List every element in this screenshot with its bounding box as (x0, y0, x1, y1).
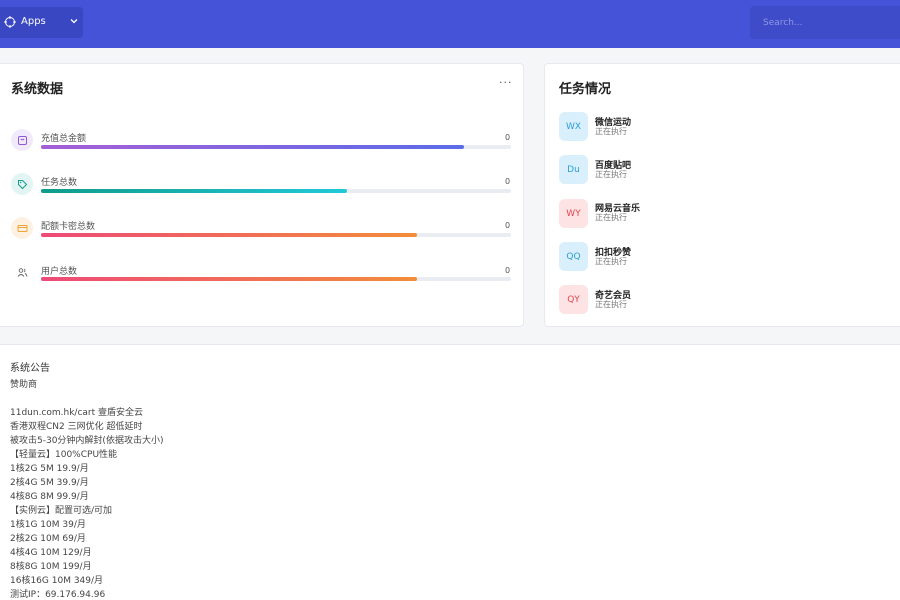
notice-line: 11dun.com.hk/cart 壹盾安全云 (10, 408, 144, 418)
bag-icon (11, 129, 33, 151)
task-avatar-qq: QQ (559, 242, 588, 271)
task-status-baidu-tieba: 正在执行 (595, 170, 627, 179)
notice-line: 1核2G 5M 19.9/月 (10, 464, 89, 474)
more-options-icon[interactable]: ··· (499, 76, 513, 89)
notice-line: 2核4G 5M 39.9/月 (10, 478, 89, 488)
chevron-down-icon (70, 19, 78, 24)
stat-label-recharge: 充值总金额 (41, 134, 87, 144)
apps-label: Apps (21, 16, 46, 27)
notice-line: 1核1G 10M 39/月 (10, 520, 86, 530)
progress-track-recharge (41, 145, 511, 149)
stat-value-quota-cards: 0 (505, 221, 511, 230)
card-icon (11, 217, 33, 239)
progress-track-quota-cards (41, 233, 511, 237)
users-icon (11, 261, 33, 283)
notice-line: 2核2G 10M 69/月 (10, 534, 86, 544)
task-status-card: 任务情况 WX 微信运动 正在执行 Du 百度贴吧 正在执行 WY 网易云音乐 … (544, 63, 900, 327)
notice-line: 4核4G 10M 129/月 (10, 548, 92, 558)
stat-value-tasks: 0 (505, 177, 511, 186)
apps-menu-button[interactable]: Apps (0, 7, 83, 38)
task-status-title: 任务情况 (559, 82, 612, 97)
stat-label-users: 用户总数 (41, 267, 78, 277)
task-status-wechat-sport: 正在执行 (595, 127, 627, 136)
notice-line: 【轻量云】100%CPU性能 (10, 450, 118, 460)
stat-label-quota-cards: 配额卡密总数 (41, 222, 96, 232)
progress-fill-quota-cards (41, 233, 417, 237)
progress-fill-recharge (41, 145, 464, 149)
notice-line: 4核8G 8M 99.9/月 (10, 492, 89, 502)
stat-value-recharge: 0 (505, 133, 511, 142)
search-input[interactable] (750, 6, 900, 39)
notice-line: 测试IP：69.176.94.96 (10, 590, 106, 600)
system-data-card: 系统数据 ··· 充值总金额 0 任务总数 0 配额卡密总数 0 用户总数 0 (0, 63, 524, 327)
notice-line: 8核8G 10M 199/月 (10, 562, 92, 572)
task-status-qq-like: 正在执行 (595, 257, 627, 266)
notice-title: 系统公告 (10, 363, 50, 374)
task-avatar-wx: WX (559, 112, 588, 141)
task-avatar-du: Du (559, 155, 588, 184)
progress-track-users (41, 277, 511, 281)
notice-line: 被攻击5-30分钟内解封(依据攻击大小) (10, 436, 164, 446)
progress-track-tasks (41, 189, 511, 193)
tag-icon (11, 173, 33, 195)
system-data-title: 系统数据 (11, 82, 64, 97)
system-notice-panel: 系统公告 赞助商 11dun.com.hk/cart 壹盾安全云 香港双程CN2 三… (0, 344, 900, 600)
crosshair-icon (4, 16, 16, 28)
notice-line: 香港双程CN2 三网优化 超低延时 (10, 422, 143, 432)
stat-label-tasks: 任务总数 (41, 178, 78, 188)
task-status-iqiyi-vip: 正在执行 (595, 300, 627, 309)
progress-fill-tasks (41, 189, 347, 193)
task-avatar-wy: WY (559, 199, 588, 228)
top-navbar: Apps (0, 0, 900, 48)
progress-fill-users (41, 277, 417, 281)
notice-line: 【实例云】配置可选/可加 (10, 506, 113, 516)
notice-line: 赞助商 (10, 380, 38, 390)
task-avatar-qy: QY (559, 285, 588, 314)
notice-line: 16核16G 10M 349/月 (10, 576, 104, 586)
task-status-netease-music: 正在执行 (595, 213, 627, 222)
stat-value-users: 0 (505, 266, 511, 275)
